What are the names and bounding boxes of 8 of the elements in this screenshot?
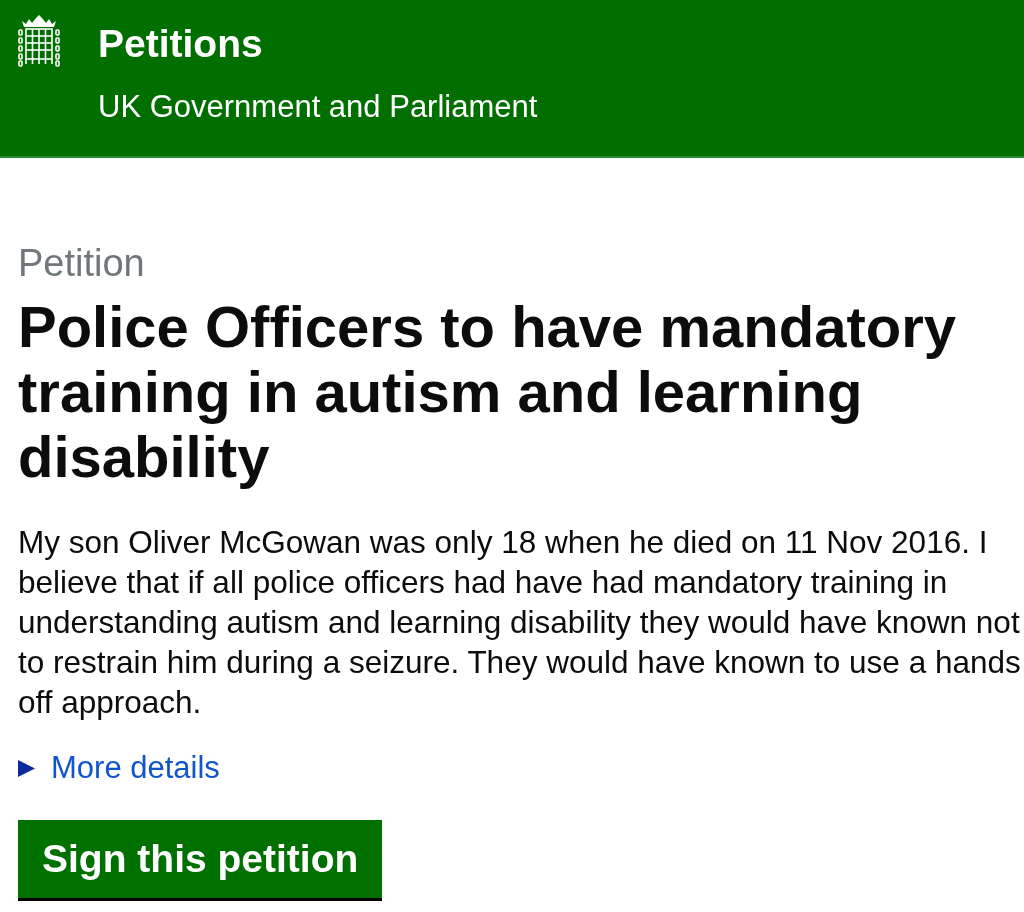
site-subtitle: UK Government and Parliament	[98, 89, 538, 125]
page-caption: Petition	[18, 241, 145, 285]
more-details-link[interactable]: More details	[51, 750, 220, 786]
portcullis-icon	[18, 15, 60, 67]
petition-title: Police Officers to have mandatory training in autism and learning disability	[18, 294, 957, 489]
site-title-link[interactable]: Petitions	[98, 22, 263, 66]
petition-summary: My son Oliver McGowan was only 18 when he died on 11 Nov 2016. I believe that if all police officers had have had mandatory training in understanding autism and learning disability they would have known not to restrain him during a seizure. They would have known to use a hands off approach.	[18, 523, 1022, 722]
sign-petition-button[interactable]: Sign this petition	[18, 820, 383, 898]
